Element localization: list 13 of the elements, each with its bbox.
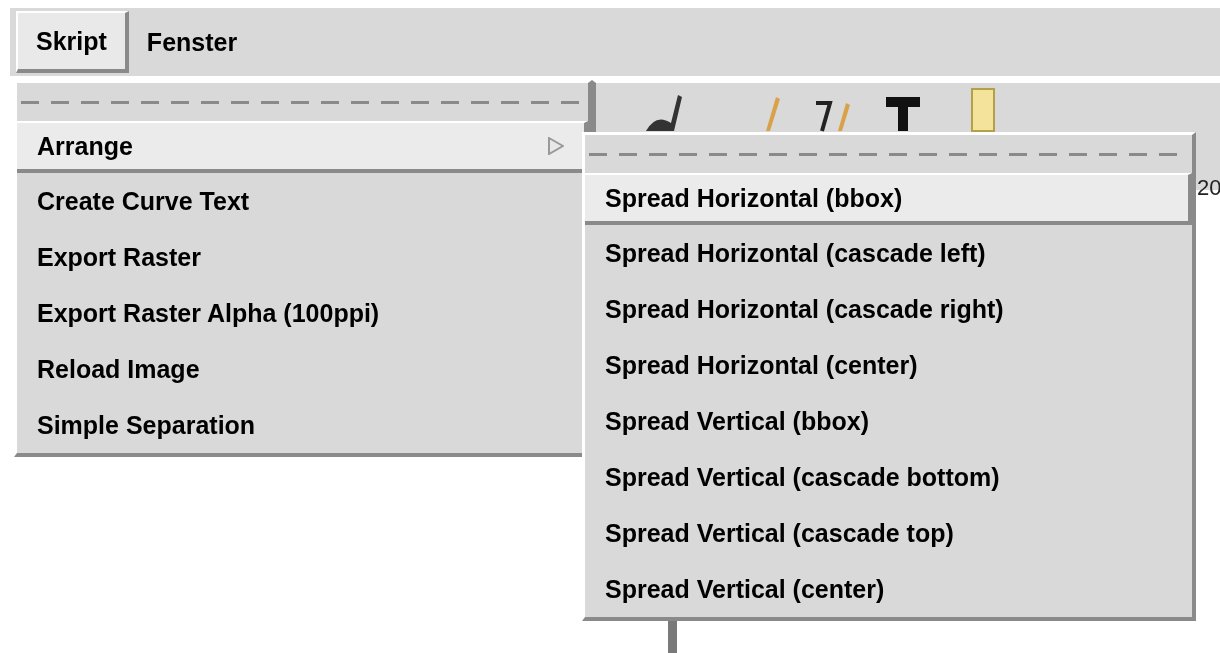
- menu-title[interactable]: Skript: [16, 11, 129, 73]
- menu-item[interactable]: Spread Horizontal (center): [585, 337, 1192, 393]
- menu-title[interactable]: Fenster: [128, 11, 256, 73]
- menu-item[interactable]: Arrange: [17, 121, 588, 173]
- field-text: 20: [1197, 175, 1220, 201]
- divider-bar: [668, 620, 677, 653]
- menu-item[interactable]: Spread Horizontal (cascade left): [585, 225, 1192, 281]
- menu-item[interactable]: Spread Horizontal (bbox): [585, 173, 1192, 225]
- menu-item[interactable]: Spread Vertical (cascade top): [585, 505, 1192, 561]
- menu-item[interactable]: Spread Vertical (cascade bottom): [585, 449, 1192, 505]
- menu-item[interactable]: Spread Vertical (bbox): [585, 393, 1192, 449]
- menu-item[interactable]: Spread Vertical (center): [585, 561, 1192, 617]
- menu-item[interactable]: Spread Horizontal (cascade right): [585, 281, 1192, 337]
